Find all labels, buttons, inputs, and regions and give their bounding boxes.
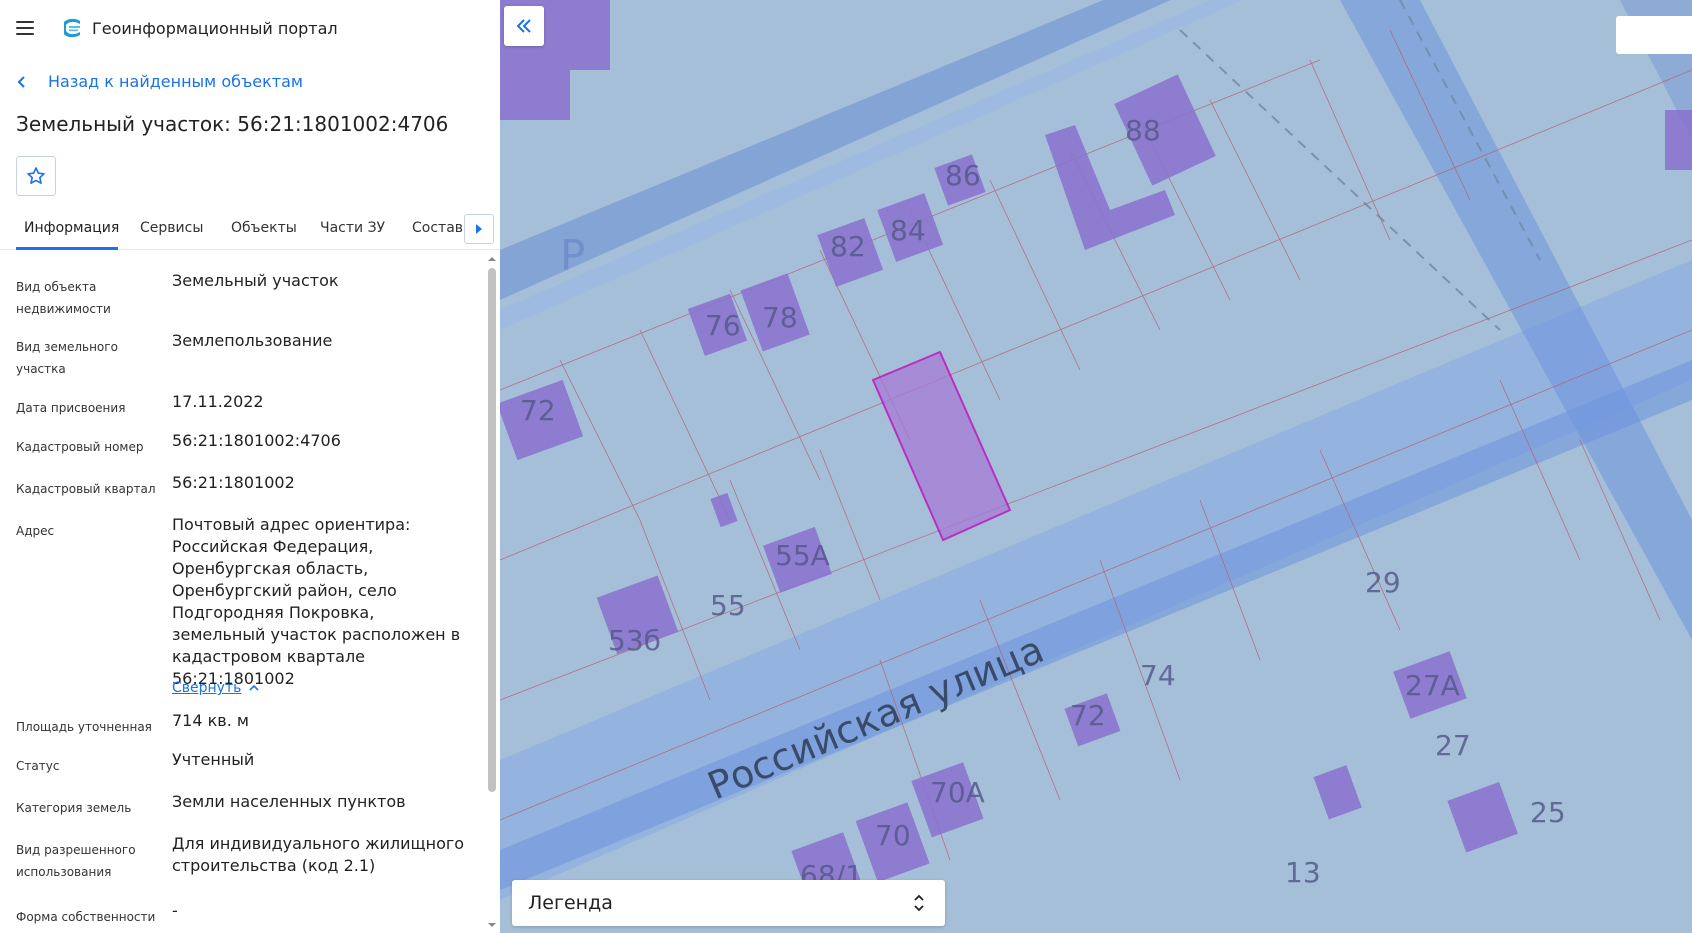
updown-chevron-icon xyxy=(914,894,924,912)
house-number: 27 xyxy=(1435,729,1471,762)
info-label: Форма собственности xyxy=(16,910,156,924)
info-value: Земельный участок xyxy=(172,271,339,290)
menu-icon[interactable] xyxy=(16,16,40,40)
house-number: 84 xyxy=(890,214,926,247)
info-label: Категория земель xyxy=(16,801,132,815)
logo-icon xyxy=(64,18,80,38)
house-number: 13 xyxy=(1285,856,1321,889)
info-label: Вид объекта недвижимости xyxy=(16,280,111,316)
house-number: 70А xyxy=(930,776,985,809)
scroll-down-arrow[interactable] xyxy=(487,920,497,930)
tab-land-parts[interactable]: Части ЗУ xyxy=(320,220,385,236)
house-number: 53б xyxy=(608,624,661,657)
star-icon xyxy=(27,167,45,184)
house-number: 55 xyxy=(710,589,746,622)
top-bar: Геоинформационный портал xyxy=(0,0,500,56)
house-number: 82 xyxy=(830,230,866,263)
tab-services[interactable]: Сервисы xyxy=(140,220,203,236)
house-number: 55А xyxy=(775,539,830,572)
info-label: Адрес xyxy=(16,524,55,538)
info-label: Дата присвоения xyxy=(16,401,126,415)
zone-label: Р xyxy=(560,231,585,280)
triangle-right-icon xyxy=(476,224,482,234)
info-value: 56:21:1801002:4706 xyxy=(172,431,341,450)
back-to-results-link[interactable]: Назад к найденным объектам xyxy=(16,72,303,91)
house-number: 72 xyxy=(520,394,556,427)
info-sidebar: Геоинформационный портал Назад к найденн… xyxy=(0,0,500,933)
app-title: Геоинформационный портал xyxy=(92,18,338,38)
scrollbar-thumb[interactable] xyxy=(488,268,496,792)
house-number: 25 xyxy=(1530,796,1566,829)
info-value: Учтенный xyxy=(172,750,255,769)
favorite-button[interactable] xyxy=(16,156,56,196)
info-label: Кадастровый номер xyxy=(16,440,144,454)
info-list: Вид объекта недвижимости Земельный участ… xyxy=(0,252,486,933)
tab-info[interactable]: Информация xyxy=(24,220,119,236)
chevron-left-icon xyxy=(17,75,25,88)
legend-panel[interactable]: Легенда xyxy=(512,880,945,926)
house-number: 27А xyxy=(1405,669,1460,702)
tab-bar: Информация Сервисы Объекты Части ЗУ Сост… xyxy=(0,212,500,250)
house-number: 78 xyxy=(762,301,798,334)
back-link-label: Назад к найденным объектам xyxy=(48,72,303,91)
info-label: Статус xyxy=(16,759,60,773)
collapse-label: Свернуть xyxy=(172,680,242,696)
active-tab-indicator xyxy=(16,247,118,250)
info-label: Кадастровый квартал xyxy=(16,482,156,496)
map-layer: 88 86 84 82 78 76 72 55А 55 53б 29 74 72… xyxy=(500,0,1692,908)
house-number: 76 xyxy=(705,309,741,342)
house-number: 29 xyxy=(1365,566,1401,599)
info-value: Земли населенных пунктов xyxy=(172,792,406,811)
scroll-up-arrow[interactable] xyxy=(487,254,497,264)
chevron-up-icon xyxy=(249,684,259,691)
page-title: Земельный участок: 56:21:1801002:4706 xyxy=(16,112,449,136)
map-control-panel[interactable] xyxy=(1616,16,1692,54)
legend-label: Легенда xyxy=(528,892,613,914)
house-number: 88 xyxy=(1125,114,1161,147)
tab-objects[interactable]: Объекты xyxy=(231,220,297,236)
collapse-address-link[interactable]: Свернуть xyxy=(172,680,259,696)
info-label: Вид земельного участка xyxy=(16,340,118,376)
info-label: Вид разрешенного использования xyxy=(16,843,136,879)
info-value: 17.11.2022 xyxy=(172,392,264,411)
info-value: 56:21:1801002 xyxy=(172,473,295,492)
collapse-panel-button[interactable] xyxy=(504,6,544,46)
double-chevron-left-icon xyxy=(516,19,531,33)
house-number: 70 xyxy=(875,819,911,852)
map-canvas[interactable]: 88 86 84 82 78 76 72 55А 55 53б 29 74 72… xyxy=(500,0,1692,933)
house-number: 74 xyxy=(1140,659,1176,692)
house-number: 86 xyxy=(945,159,981,192)
info-value: - xyxy=(172,901,178,920)
address-value: Почтовый адрес ориентира: Российская Фед… xyxy=(172,515,461,688)
house-number: 72 xyxy=(1070,699,1106,732)
tab-composition[interactable]: Состав xyxy=(412,220,463,236)
info-label: Площадь уточненная xyxy=(16,720,152,734)
info-value: Землепользование xyxy=(172,331,333,350)
info-value: Для индивидуального жилищного строительс… xyxy=(172,834,465,875)
info-value: 714 кв. м xyxy=(172,711,249,730)
tabs-scroll-next-button[interactable] xyxy=(464,214,494,244)
